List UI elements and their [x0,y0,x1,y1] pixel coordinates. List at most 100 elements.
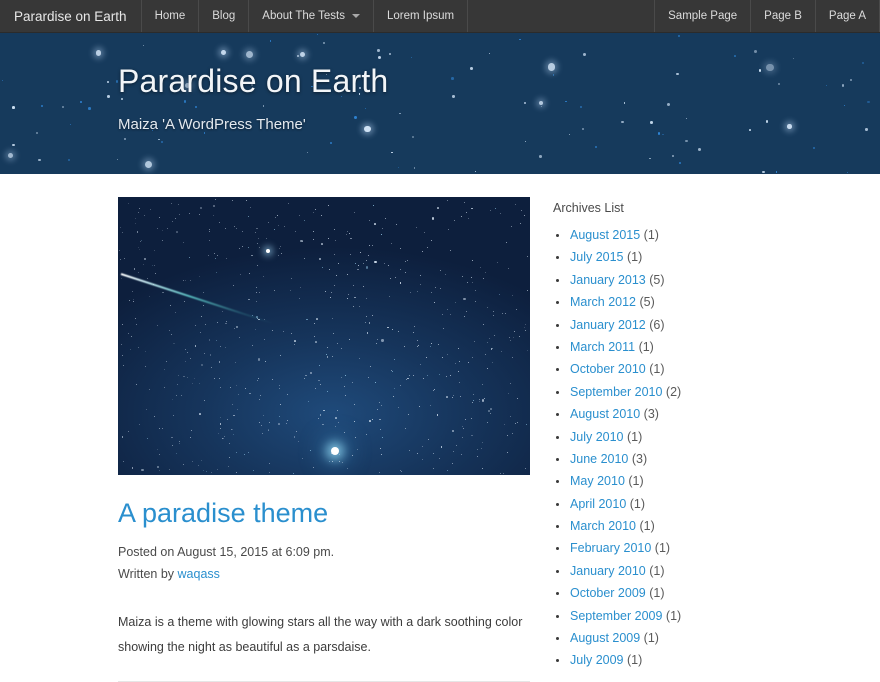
star-icon [421,250,423,252]
nav-item-about-the-tests[interactable]: About The Tests [249,0,374,32]
star-icon [429,346,431,347]
archive-link[interactable]: July 2010 [570,430,624,444]
star-icon [459,396,461,398]
archive-link[interactable]: January 2012 [570,318,646,332]
star-icon [412,136,415,139]
post-author-link[interactable]: waqass [178,567,220,581]
star-icon [371,419,373,421]
archive-link[interactable]: January 2013 [570,273,646,287]
star-icon [131,467,134,469]
star-icon [498,294,500,296]
star-icon [192,460,193,462]
star-icon [153,264,155,266]
star-icon [300,239,303,243]
star-icon [216,469,218,471]
post-title[interactable]: A paradise theme [118,497,530,529]
star-icon [254,329,256,331]
star-icon [312,467,314,468]
star-icon [183,280,184,281]
star-icon [153,415,155,417]
archive-link[interactable]: April 2010 [570,497,626,511]
star-icon [409,450,411,452]
archive-link[interactable]: July 2015 [570,250,624,264]
star-icon [452,429,455,432]
star-icon [236,451,238,453]
star-icon [430,239,432,241]
archive-count: (3) [628,451,648,466]
star-icon [420,364,422,366]
nav-left-items: Home Blog About The Tests Lorem Ipsum [142,0,469,32]
star-icon [347,294,349,296]
featured-image[interactable] [118,197,530,475]
archive-link[interactable]: May 2010 [570,474,625,488]
archive-link[interactable]: March 2010 [570,519,636,533]
archive-link[interactable]: February 2010 [570,541,651,555]
star-icon [329,460,330,462]
star-icon [121,436,124,438]
nav-brand[interactable]: Parardise on Earth [0,0,142,32]
star-icon [123,257,126,259]
star-icon [192,383,194,385]
star-icon [377,338,379,340]
nav-item-lorem-ipsum[interactable]: Lorem Ipsum [374,0,469,32]
archive-link[interactable]: October 2009 [570,586,646,600]
star-icon [198,276,200,278]
archive-link[interactable]: March 2011 [570,340,635,354]
star-icon [453,220,455,222]
star-icon [247,215,249,217]
star-icon [160,141,163,144]
star-icon [136,323,138,325]
star-icon [524,327,526,329]
archive-link[interactable]: July 2009 [570,653,624,667]
star-icon [290,277,292,279]
bright-star-secondary-icon [266,249,270,253]
star-icon [484,271,486,273]
star-icon [279,416,281,418]
chevron-down-icon[interactable] [351,14,360,18]
archive-link[interactable]: September 2009 [570,609,662,623]
star-icon [283,226,285,228]
nav-item-page-a[interactable]: Page A [814,0,880,32]
nav-item-blog[interactable]: Blog [199,0,250,32]
archive-link[interactable]: March 2012 [570,295,636,309]
star-icon [443,328,445,330]
archive-link[interactable]: August 2009 [570,631,640,645]
archive-list-item: January 2012 (6) [553,318,863,333]
star-icon [368,322,371,324]
site-title[interactable]: Parardise on Earth [118,63,880,100]
nav-item-home[interactable]: Home [142,0,200,32]
star-icon [679,162,682,165]
star-icon [517,422,519,424]
archive-link[interactable]: August 2015 [570,228,640,242]
star-icon [671,154,674,157]
archive-link[interactable]: September 2010 [570,385,662,399]
star-icon [261,424,262,426]
star-icon [264,360,266,362]
archive-link[interactable]: October 2010 [570,362,646,376]
star-icon [120,344,122,346]
star-icon [214,378,216,380]
star-icon [159,217,161,219]
star-icon [341,461,343,463]
star-icon [394,277,396,279]
archive-link[interactable]: August 2010 [570,407,640,421]
star-icon [217,433,219,435]
nav-item-page-b[interactable]: Page B [750,0,816,32]
archive-count: (1) [624,474,644,489]
star-icon [240,273,242,275]
star-icon [337,421,339,423]
star-icon [515,422,517,424]
meteor-streak [120,273,274,325]
star-icon [344,375,346,377]
star-icon [144,350,146,352]
star-icon [463,202,465,203]
star-icon [179,443,181,445]
archive-link[interactable]: January 2010 [570,564,646,578]
star-icon [278,255,279,257]
archive-link[interactable]: June 2010 [570,452,628,466]
star-icon [662,133,664,136]
star-icon [413,332,415,334]
star-icon [368,220,370,221]
nav-item-sample-page[interactable]: Sample Page [654,0,752,32]
star-icon [134,318,136,320]
